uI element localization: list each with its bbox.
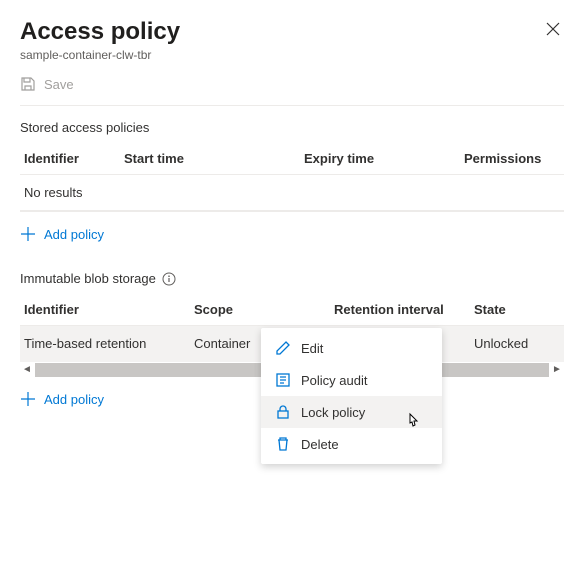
page-title: Access policy (20, 18, 180, 46)
add-immutable-policy-label: Add policy (44, 392, 104, 407)
close-icon (546, 22, 560, 36)
cell-state: Unlocked (474, 336, 560, 351)
stored-access-table: Identifier Start time Expiry time Permis… (20, 143, 564, 212)
edit-icon (275, 340, 291, 356)
delete-icon (275, 436, 291, 452)
col-identifier[interactable]: Identifier (24, 302, 194, 317)
cell-identifier: Time-based retention (24, 336, 194, 351)
add-stored-policy-button[interactable]: Add policy (20, 226, 104, 242)
menu-item-edit[interactable]: Edit (261, 332, 442, 364)
immutable-section-label: Immutable blob storage (20, 271, 564, 286)
close-button[interactable] (542, 18, 564, 43)
menu-item-label: Delete (301, 437, 339, 452)
col-start-time[interactable]: Start time (124, 151, 304, 166)
stored-access-section-label: Stored access policies (20, 120, 564, 135)
lock-icon (275, 404, 291, 420)
menu-item-label: Lock policy (301, 405, 365, 420)
plus-icon (20, 226, 36, 242)
no-results-text: No results (20, 175, 564, 211)
plus-icon (20, 391, 36, 407)
menu-item-label: Edit (301, 341, 323, 356)
col-identifier[interactable]: Identifier (24, 151, 124, 166)
context-menu: Edit Policy audit Lock policy Delete (261, 328, 442, 464)
menu-item-label: Policy audit (301, 373, 367, 388)
col-retention[interactable]: Retention interval (334, 302, 474, 317)
add-immutable-policy-button[interactable]: Add policy (20, 391, 104, 407)
col-state[interactable]: State (474, 302, 560, 317)
col-scope[interactable]: Scope (194, 302, 334, 317)
save-label: Save (44, 77, 74, 92)
info-icon[interactable] (162, 272, 176, 286)
toolbar: Save (20, 76, 564, 106)
add-stored-policy-label: Add policy (44, 227, 104, 242)
col-permissions[interactable]: Permissions (464, 151, 560, 166)
scroll-right-arrow[interactable]: ► (550, 364, 564, 375)
page-subtitle: sample-container-clw-tbr (20, 48, 180, 62)
header: Access policy sample-container-clw-tbr (20, 18, 564, 62)
save-button[interactable]: Save (20, 76, 74, 92)
pointer-cursor-icon (404, 412, 424, 439)
save-icon (20, 76, 36, 92)
immutable-header-row: Identifier Scope Retention interval Stat… (20, 294, 564, 326)
menu-item-policy-audit[interactable]: Policy audit (261, 364, 442, 396)
audit-icon (275, 372, 291, 388)
col-expiry-time[interactable]: Expiry time (304, 151, 464, 166)
stored-access-header-row: Identifier Start time Expiry time Permis… (20, 143, 564, 175)
scroll-left-arrow[interactable]: ◄ (20, 364, 34, 375)
